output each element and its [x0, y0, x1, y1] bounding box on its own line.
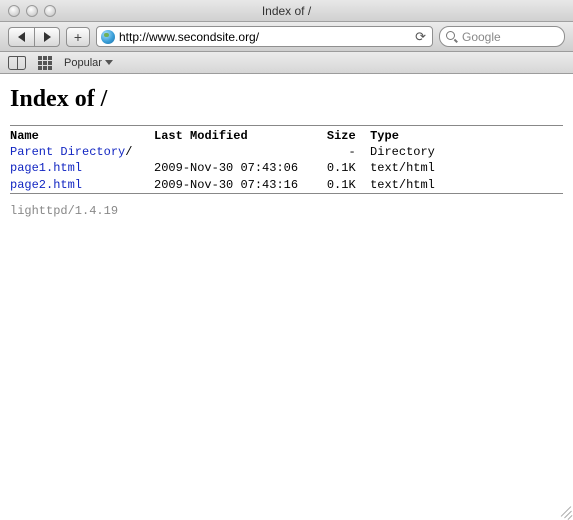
nav-back-forward [8, 27, 60, 47]
bookmarks-bar: Popular [0, 52, 573, 74]
popular-label: Popular [64, 57, 102, 69]
divider [10, 193, 563, 194]
add-bookmark-button[interactable]: + [66, 27, 90, 47]
listing-link[interactable]: page1.html [10, 161, 82, 175]
zoom-window-button[interactable] [44, 5, 56, 17]
browser-toolbar: + http://www.secondsite.org/ ⟳ Google [0, 22, 573, 52]
divider [10, 125, 563, 126]
chevron-down-icon [105, 60, 113, 65]
site-favicon-icon [101, 30, 115, 44]
directory-listing: Name Last Modified Size Type Parent Dire… [10, 128, 563, 193]
page-content: Index of / Name Last Modified Size Type … [0, 74, 573, 520]
close-window-button[interactable] [8, 5, 20, 17]
reload-button[interactable]: ⟳ [413, 29, 428, 45]
forward-icon [44, 32, 51, 42]
window-titlebar: Index of / [0, 0, 573, 22]
listing-link[interactable]: Parent Directory [10, 145, 125, 159]
search-icon [446, 31, 458, 43]
back-button[interactable] [8, 27, 34, 47]
bookmarks-icon[interactable] [8, 56, 26, 70]
traffic-lights [0, 5, 56, 17]
search-field[interactable]: Google [439, 26, 565, 47]
address-bar[interactable]: http://www.secondsite.org/ ⟳ [96, 26, 433, 47]
top-sites-icon[interactable] [38, 56, 52, 70]
search-placeholder: Google [462, 30, 501, 44]
url-text: http://www.secondsite.org/ [119, 30, 409, 44]
window-title: Index of / [0, 4, 573, 18]
popular-menu[interactable]: Popular [64, 57, 113, 69]
back-icon [18, 32, 25, 42]
forward-button[interactable] [34, 27, 60, 47]
plus-icon: + [74, 29, 82, 45]
server-signature: lighttpd/1.4.19 [10, 204, 563, 218]
minimize-window-button[interactable] [26, 5, 38, 17]
page-heading: Index of / [10, 86, 563, 113]
listing-link[interactable]: page2.html [10, 178, 82, 192]
